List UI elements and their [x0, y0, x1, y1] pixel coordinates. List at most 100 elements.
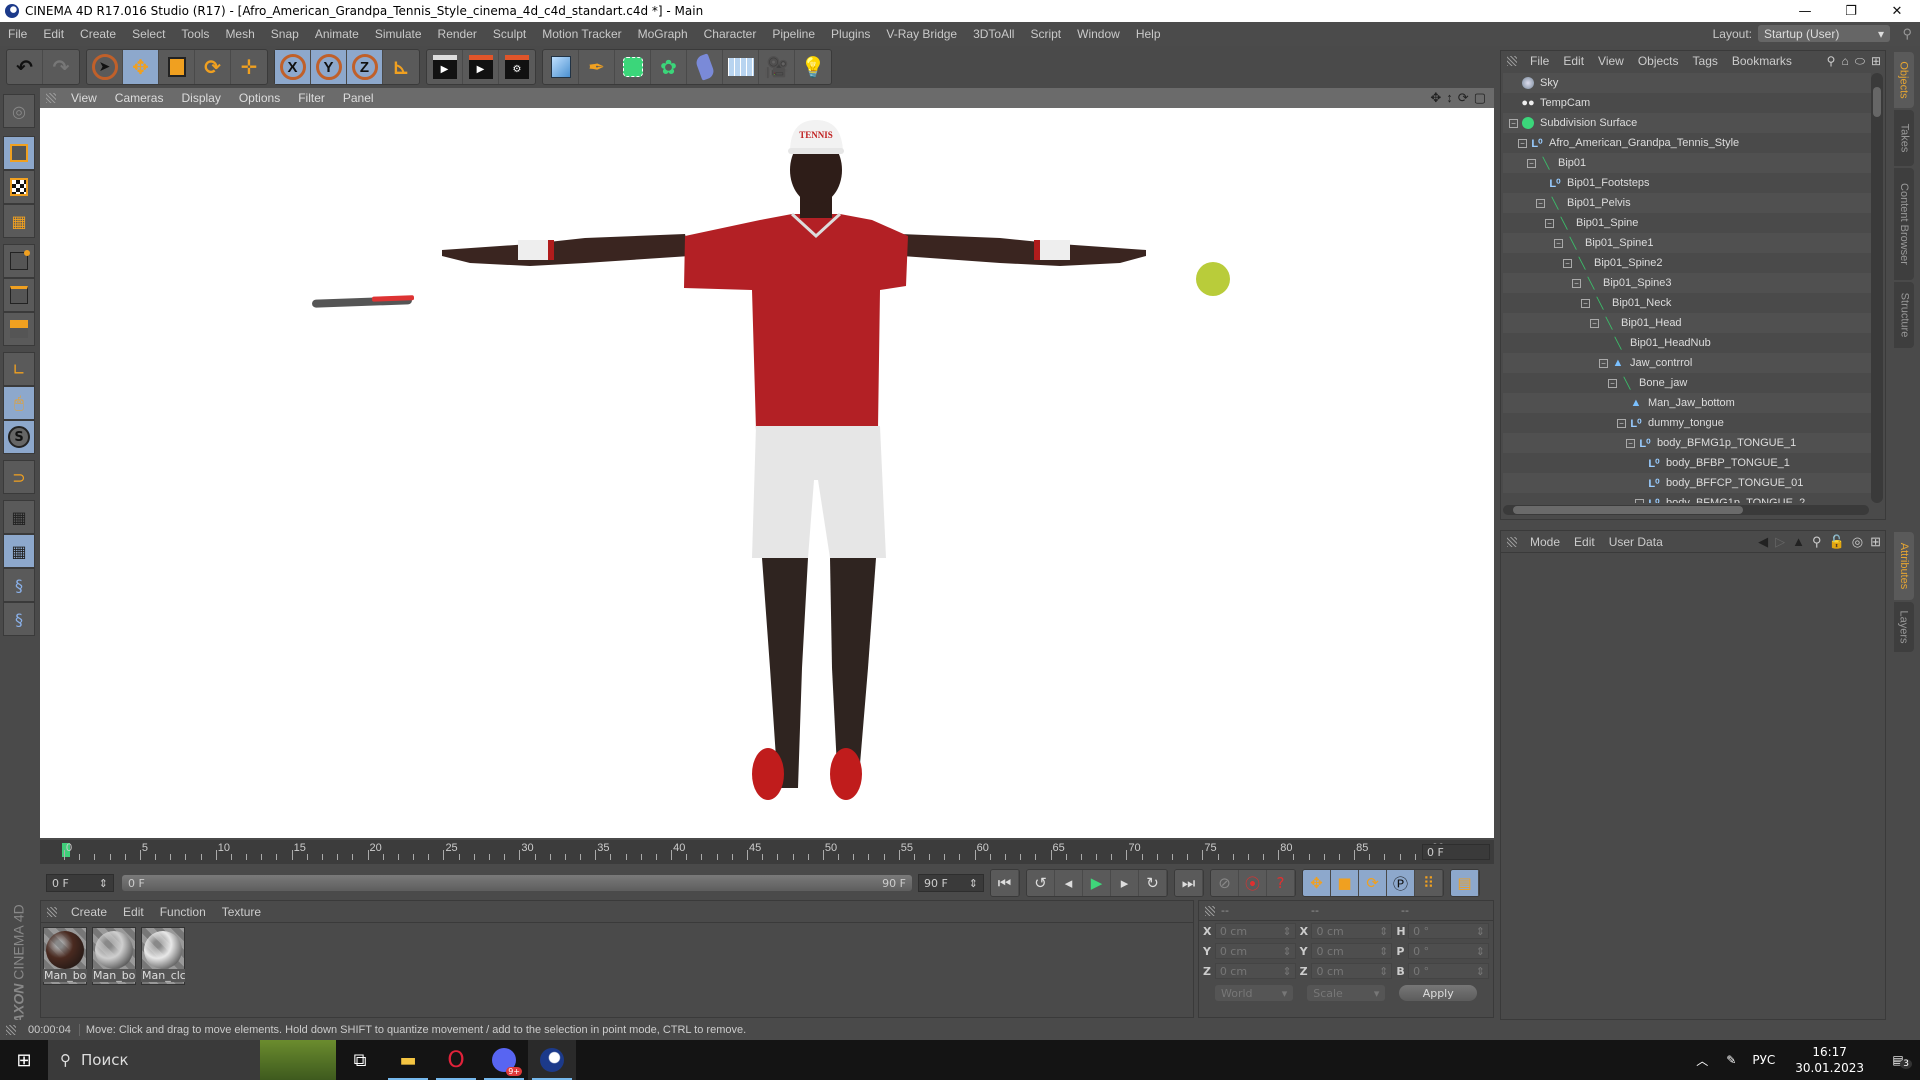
back-icon[interactable]: ◀: [1758, 534, 1768, 550]
make-editable-icon[interactable]: ◎: [3, 94, 35, 128]
record-active-icon[interactable]: ⦿: [1239, 870, 1267, 896]
collapse-toggle[interactable]: −: [1581, 298, 1590, 308]
viewport-menu-display[interactable]: Display: [172, 91, 229, 105]
motion-record-icon[interactable]: ⊘: [1211, 870, 1239, 896]
subdivision-icon[interactable]: [615, 50, 651, 84]
scale-mode-dropdown[interactable]: Scale ▾: [1307, 985, 1386, 1001]
move-view-icon[interactable]: ✥: [1430, 90, 1441, 106]
object-menu-bookmarks[interactable]: Bookmarks: [1725, 54, 1799, 68]
python-icon[interactable]: §: [3, 568, 35, 602]
object-tree-item[interactable]: − ▲ Jaw_contrrol: [1503, 353, 1871, 373]
axis-mode-icon[interactable]: ∟: [3, 352, 35, 386]
menu-file[interactable]: File: [0, 27, 35, 41]
object-tree-item[interactable]: ╲ Bip01_HeadNub: [1503, 333, 1871, 353]
collapse-toggle[interactable]: −: [1635, 498, 1644, 503]
object-tree-item[interactable]: − L⁰ Afro_American_Grandpa_Tennis_Style: [1503, 133, 1871, 153]
menu-help[interactable]: Help: [1128, 27, 1169, 41]
live-selection-icon[interactable]: ➤: [87, 50, 123, 84]
frame-ruler[interactable]: 051015202530354045505560657075808590: [52, 840, 1444, 864]
object-tree-item[interactable]: − ╲ Bip01_Spine2: [1503, 253, 1871, 273]
material-menu-texture[interactable]: Texture: [214, 905, 269, 919]
collapse-toggle[interactable]: −: [1590, 318, 1599, 328]
material-menu-edit[interactable]: Edit: [115, 905, 152, 919]
point-level-icon[interactable]: ⠿: [1415, 870, 1443, 896]
windows-start-icon[interactable]: ⊞: [0, 1040, 48, 1080]
position-field[interactable]: 0 cm ⇕: [1214, 963, 1296, 979]
next-frame-icon[interactable]: ▸: [1111, 870, 1139, 896]
points-mode-icon[interactable]: [3, 244, 35, 278]
coordinate-mode-dropdown[interactable]: World ▾: [1215, 985, 1294, 1001]
collapse-toggle[interactable]: −: [1518, 138, 1527, 148]
menu-create[interactable]: Create: [72, 27, 124, 41]
material-menu-function[interactable]: Function: [152, 905, 214, 919]
close-button[interactable]: ✕: [1874, 0, 1920, 22]
show-hidden-icons[interactable]: ︿: [1686, 1052, 1718, 1069]
position-field[interactable]: 0 cm ⇕: [1214, 923, 1296, 939]
rotation-key-icon[interactable]: ⟳: [1359, 870, 1387, 896]
material-thumbnail[interactable]: Man_bo: [92, 927, 136, 985]
deformer-icon[interactable]: [687, 50, 723, 84]
edges-mode-icon[interactable]: [3, 278, 35, 312]
workplane-mode-icon[interactable]: ▦: [3, 204, 35, 238]
magnet-icon[interactable]: ⊃: [3, 460, 35, 494]
zoom-view-icon[interactable]: ↕: [1446, 90, 1453, 106]
discord-icon[interactable]: 9+: [480, 1040, 528, 1080]
object-menu-objects[interactable]: Objects: [1631, 54, 1686, 68]
collapse-toggle[interactable]: −: [1563, 258, 1572, 268]
menu-snap[interactable]: Snap: [263, 27, 307, 41]
layout-dropdown[interactable]: Startup (User) ▾: [1758, 25, 1890, 42]
collapse-toggle[interactable]: −: [1536, 198, 1545, 208]
object-tree-item[interactable]: − L⁰ dummy_tongue: [1503, 413, 1871, 433]
previous-frame-icon[interactable]: ◂: [1055, 870, 1083, 896]
go-to-start-icon[interactable]: ⏮: [991, 870, 1019, 896]
tab-layers[interactable]: Layers: [1894, 602, 1914, 652]
lock-workplane-icon[interactable]: ▦: [3, 500, 35, 534]
size-field[interactable]: 0 cm ⇕: [1311, 923, 1393, 939]
taskbar-search[interactable]: ⚲ Поиск: [48, 1040, 336, 1080]
apply-button[interactable]: Apply: [1399, 985, 1477, 1001]
vertical-scrollbar[interactable]: [1871, 73, 1883, 503]
object-tree-item[interactable]: − ╲ Bip01_Spine3: [1503, 273, 1871, 293]
file-explorer-icon[interactable]: ▬: [384, 1040, 432, 1080]
model-mode-icon[interactable]: [3, 136, 35, 170]
timeline-icon[interactable]: ▤: [1451, 870, 1479, 896]
z-axis-lock-icon[interactable]: Z: [347, 50, 383, 84]
object-tree-item[interactable]: L⁰ Bip01_Footsteps: [1503, 173, 1871, 193]
rotate-icon[interactable]: ⟳: [195, 50, 231, 84]
next-key-icon[interactable]: ↻: [1139, 870, 1167, 896]
menu-v-ray-bridge[interactable]: V-Ray Bridge: [878, 27, 965, 41]
rotation-field[interactable]: 0 ° ⇕: [1408, 923, 1490, 939]
menu-3dtoall[interactable]: 3DToAll: [965, 27, 1022, 41]
redo-icon[interactable]: ↷: [43, 50, 79, 84]
pen-icon[interactable]: ✒: [579, 50, 615, 84]
autokey-icon[interactable]: ?: [1267, 870, 1295, 896]
object-tree-item[interactable]: ▲ Man_Jaw_bottom: [1503, 393, 1871, 413]
collapse-toggle[interactable]: −: [1509, 118, 1518, 128]
object-tree-item[interactable]: − ╲ Bip01_Neck: [1503, 293, 1871, 313]
notifications-icon[interactable]: ▤ 3: [1876, 1053, 1920, 1069]
collapse-toggle[interactable]: −: [1599, 358, 1608, 368]
collapse-toggle[interactable]: −: [1617, 418, 1626, 428]
search-icon[interactable]: ⚲: [1902, 26, 1912, 42]
position-field[interactable]: 0 cm ⇕: [1214, 943, 1296, 959]
object-tree-item[interactable]: − ╲ Bip01_Spine: [1503, 213, 1871, 233]
floor-icon[interactable]: [723, 50, 759, 84]
attribute-menu-edit[interactable]: Edit: [1567, 535, 1602, 549]
menu-render[interactable]: Render: [430, 27, 485, 41]
world-coordinate-icon[interactable]: ⊾: [383, 50, 419, 84]
scale-icon[interactable]: [159, 50, 195, 84]
object-menu-file[interactable]: File: [1523, 54, 1556, 68]
viewport-menu-cameras[interactable]: Cameras: [106, 91, 173, 105]
lock-icon[interactable]: 🔓: [1829, 534, 1845, 550]
undo-icon[interactable]: ↶: [7, 50, 43, 84]
search-icon[interactable]: ⚲: [1812, 534, 1822, 550]
up-icon[interactable]: ▲: [1792, 534, 1805, 550]
menu-select[interactable]: Select: [124, 27, 173, 41]
menu-sculpt[interactable]: Sculpt: [485, 27, 534, 41]
x-axis-lock-icon[interactable]: X: [275, 50, 311, 84]
scale-key-icon[interactable]: ■: [1331, 870, 1359, 896]
menu-script[interactable]: Script: [1022, 27, 1069, 41]
object-tree-item[interactable]: Sky: [1503, 73, 1871, 93]
polygons-mode-icon[interactable]: [3, 312, 35, 346]
end-frame-field[interactable]: 90 F ⇕: [918, 874, 984, 892]
